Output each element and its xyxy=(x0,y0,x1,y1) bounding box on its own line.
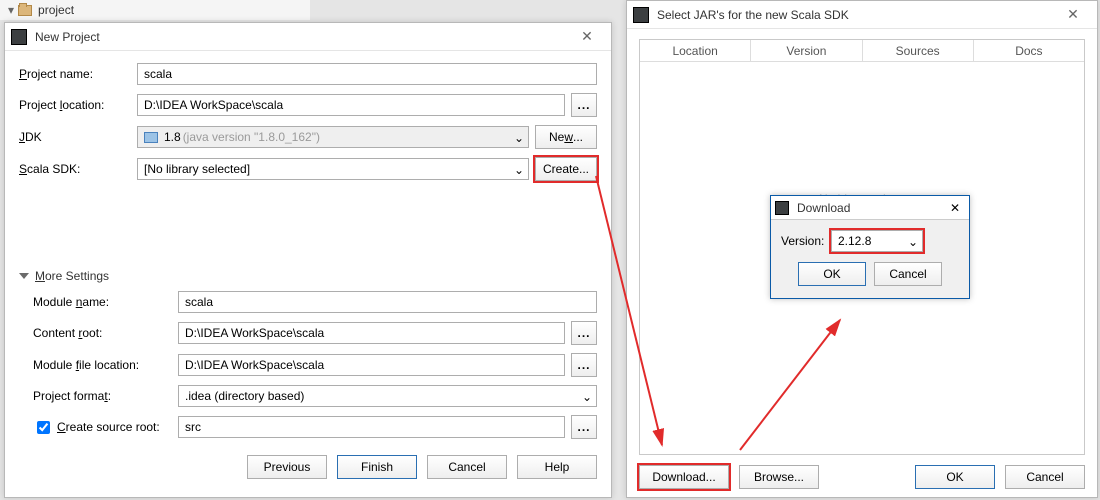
jdk-combo[interactable]: 1.8 (java version "1.8.0_162") ⌄ xyxy=(137,126,529,148)
window-title: Select JAR's for the new Scala SDK xyxy=(657,8,1055,22)
col-location[interactable]: Location xyxy=(640,40,751,61)
browse-module-file-location-button[interactable]: ... xyxy=(571,353,597,377)
jar-table-headers: Location Version Sources Docs xyxy=(640,40,1084,62)
chevron-down-icon: ⌄ xyxy=(908,235,918,249)
create-source-root-checkbox-label[interactable]: Create source root: xyxy=(33,418,178,437)
folder-icon xyxy=(144,132,158,143)
ij-icon xyxy=(11,29,27,45)
module-name-input[interactable] xyxy=(178,291,597,313)
label-module-name: Module name: xyxy=(33,295,178,309)
finish-button[interactable]: Finish xyxy=(337,455,417,479)
module-file-location-input[interactable] xyxy=(178,354,565,376)
browse-location-button[interactable]: ... xyxy=(571,93,597,117)
folder-icon xyxy=(18,5,32,16)
more-settings-toggle[interactable]: More Settings xyxy=(19,269,597,283)
version-combo[interactable]: 2.12.8 ⌄ xyxy=(831,230,923,252)
col-docs[interactable]: Docs xyxy=(974,40,1084,61)
jdk-value: 1.8 xyxy=(164,130,181,144)
ok-button[interactable]: OK xyxy=(798,262,866,286)
help-button[interactable]: Help xyxy=(517,455,597,479)
scala-sdk-combo[interactable]: [No library selected] ⌄ xyxy=(137,158,529,180)
chevron-down-icon: ⌄ xyxy=(514,131,524,145)
create-source-root-checkbox[interactable] xyxy=(37,421,50,434)
new-project-body: Project name: Project location: ... JDK … xyxy=(5,51,611,489)
browse-source-root-button[interactable]: ... xyxy=(571,415,597,439)
download-dialog: Download ✕ Version: 2.12.8 ⌄ OK Cancel xyxy=(770,195,970,299)
col-sources[interactable]: Sources xyxy=(863,40,974,61)
close-icon[interactable]: ✕ xyxy=(1055,3,1091,27)
select-jar-buttons: Download... Browse... OK Cancel xyxy=(639,455,1085,489)
label-scala-sdk: Scala SDK: xyxy=(19,162,137,176)
close-icon[interactable]: ✕ xyxy=(569,25,605,49)
label-project-name: Project name: xyxy=(19,67,137,81)
ok-button[interactable]: OK xyxy=(915,465,995,489)
titlebar: New Project ✕ xyxy=(5,23,611,51)
content-root-input[interactable] xyxy=(178,322,565,344)
previous-button[interactable]: Previous xyxy=(247,455,327,479)
browse-button[interactable]: Browse... xyxy=(739,465,819,489)
project-format-value: .idea (directory based) xyxy=(185,389,304,403)
cancel-button[interactable]: Cancel xyxy=(1005,465,1085,489)
project-tree-header: project xyxy=(0,0,310,20)
new-jdk-button[interactable]: New... xyxy=(535,125,597,149)
titlebar: Download ✕ xyxy=(771,196,969,220)
label-content-root: Content root: xyxy=(33,326,178,340)
cancel-button[interactable]: Cancel xyxy=(427,455,507,479)
label-project-format: Project format: xyxy=(33,389,178,403)
titlebar: Select JAR's for the new Scala SDK ✕ xyxy=(627,1,1097,29)
jdk-version-detail: (java version "1.8.0_162") xyxy=(183,130,320,144)
label-module-file-location: Module file location: xyxy=(33,358,178,372)
chevron-down-icon: ⌄ xyxy=(582,390,592,404)
chevron-down-icon: ⌄ xyxy=(514,163,524,177)
new-project-window: New Project ✕ Project name: Project loca… xyxy=(4,22,612,498)
window-title: Download xyxy=(797,201,945,215)
source-root-input[interactable] xyxy=(178,416,565,438)
project-tree-label: project xyxy=(38,3,74,17)
project-name-input[interactable] xyxy=(137,63,597,85)
label-version: Version: xyxy=(781,234,831,248)
project-location-input[interactable] xyxy=(137,94,565,116)
cancel-button[interactable]: Cancel xyxy=(874,262,942,286)
label-jdk: JDK xyxy=(19,130,137,144)
triangle-down-icon xyxy=(19,273,29,279)
download-button[interactable]: Download... xyxy=(639,465,729,489)
label-project-location: Project location: xyxy=(19,98,137,112)
project-format-combo[interactable]: .idea (directory based) ⌄ xyxy=(178,385,597,407)
scala-sdk-value: [No library selected] xyxy=(144,162,250,176)
window-title: New Project xyxy=(35,30,569,44)
col-version[interactable]: Version xyxy=(751,40,862,61)
close-icon[interactable]: ✕ xyxy=(945,201,965,215)
browse-content-root-button[interactable]: ... xyxy=(571,321,597,345)
create-sdk-button[interactable]: Create... xyxy=(535,157,597,181)
ij-icon xyxy=(775,201,789,215)
more-settings-label: More Settings xyxy=(35,269,109,283)
label-create-source-root: Create source root: xyxy=(57,420,160,434)
dialog-buttons: Previous Finish Cancel Help xyxy=(19,447,597,479)
ij-icon xyxy=(633,7,649,23)
version-value: 2.12.8 xyxy=(838,234,871,248)
